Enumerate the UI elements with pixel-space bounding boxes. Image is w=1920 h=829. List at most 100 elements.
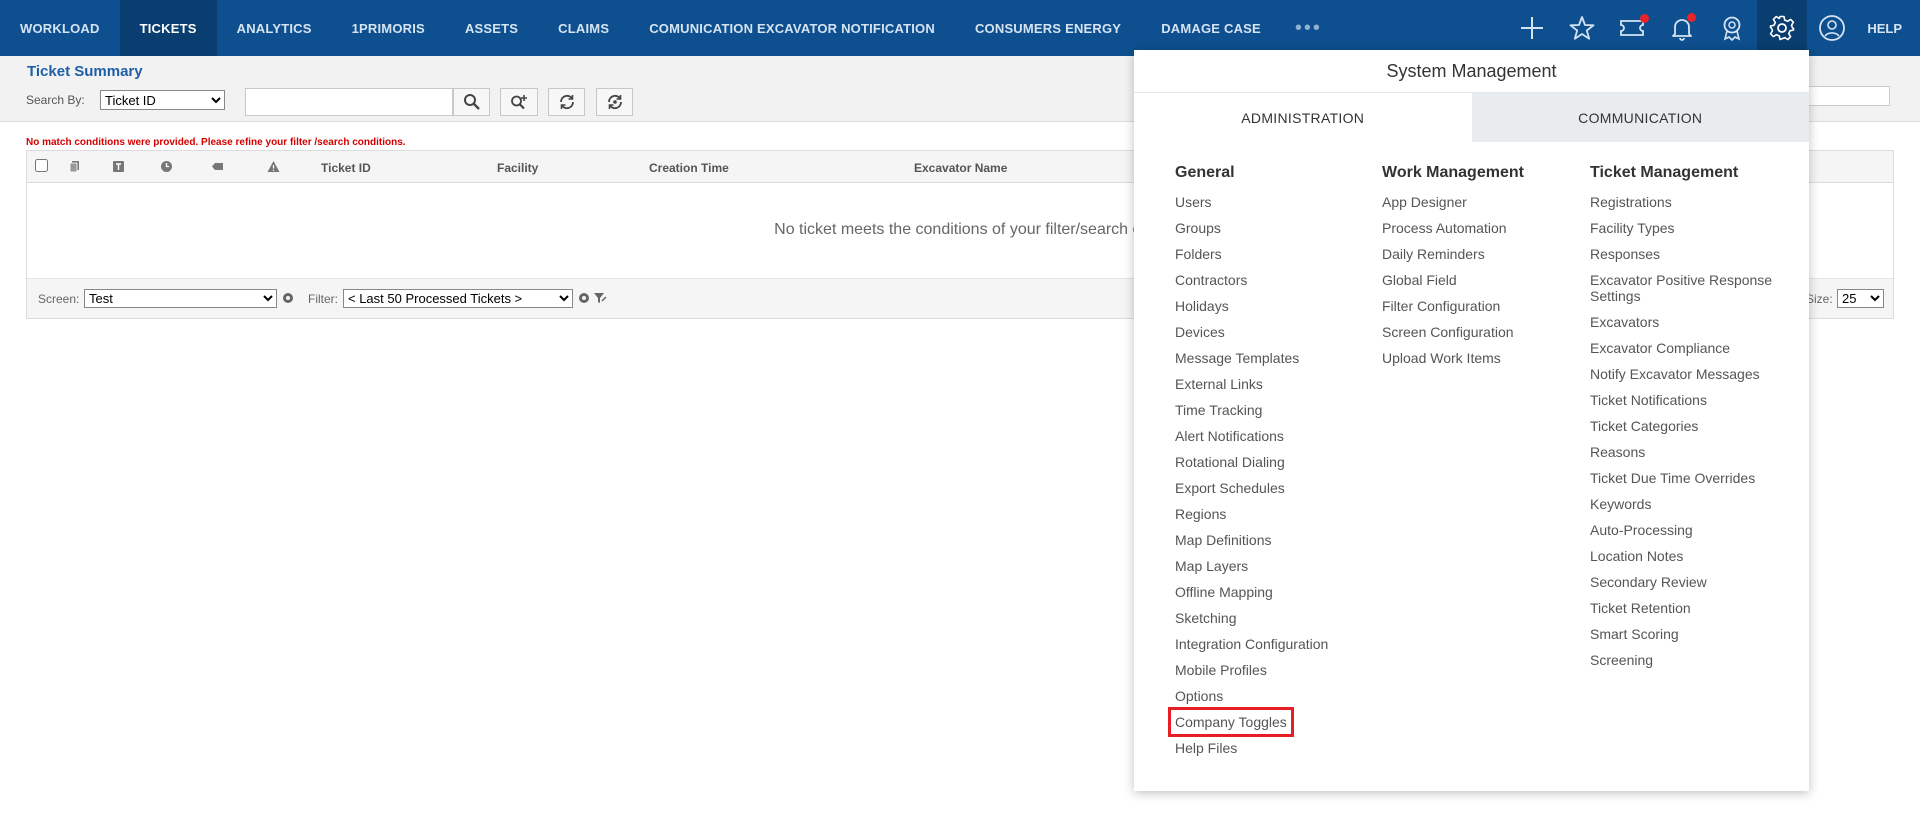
award-icon[interactable] xyxy=(1707,0,1757,56)
column-creation-time[interactable]: Creation Time xyxy=(649,161,729,175)
link-location-notes[interactable]: Location Notes xyxy=(1590,548,1780,564)
link-map-layers[interactable]: Map Layers xyxy=(1175,558,1365,574)
link-secondary-review[interactable]: Secondary Review xyxy=(1590,574,1780,590)
warning-icon[interactable] xyxy=(267,160,280,173)
link-excavator-positive-response-settings[interactable]: Excavator Positive Response Settings xyxy=(1590,272,1780,304)
nav-consumers-energy[interactable]: CONSUMERS ENERGY xyxy=(955,0,1141,56)
tab-communication[interactable]: COMMUNICATION xyxy=(1471,93,1809,142)
nav-damage-case[interactable]: DAMAGE CASE xyxy=(1141,0,1281,56)
link-registrations[interactable]: Registrations xyxy=(1590,194,1780,210)
link-help-files[interactable]: Help Files xyxy=(1175,740,1365,756)
link-contractors[interactable]: Contractors xyxy=(1175,272,1365,288)
work-management-column: Work Management App Designer Process Aut… xyxy=(1382,164,1572,376)
nav-workload[interactable]: WORKLOAD xyxy=(0,0,120,56)
link-global-field[interactable]: Global Field xyxy=(1382,272,1572,288)
refresh-icon xyxy=(559,94,574,110)
more-nav-icon[interactable]: ••• xyxy=(1281,0,1336,56)
link-users[interactable]: Users xyxy=(1175,194,1365,210)
link-excavator-compliance[interactable]: Excavator Compliance xyxy=(1590,340,1780,356)
user-icon[interactable] xyxy=(1807,0,1857,56)
top-navigation: WORKLOAD TICKETS ANALYTICS 1PRIMORIS ASS… xyxy=(0,0,1920,56)
link-ticket-due-time-overrides[interactable]: Ticket Due Time Overrides xyxy=(1590,470,1780,486)
link-auto-processing[interactable]: Auto-Processing xyxy=(1590,522,1780,538)
link-regions[interactable]: Regions xyxy=(1175,506,1365,522)
link-rotational-dialing[interactable]: Rotational Dialing xyxy=(1175,454,1365,470)
link-responses[interactable]: Responses xyxy=(1590,246,1780,262)
help-link[interactable]: HELP xyxy=(1857,21,1920,36)
nav-assets[interactable]: ASSETS xyxy=(445,0,538,56)
gear-icon[interactable] xyxy=(1757,0,1808,56)
general-heading: General xyxy=(1175,164,1235,181)
bell-icon[interactable] xyxy=(1657,0,1707,56)
nav-1primoris[interactable]: 1PRIMORIS xyxy=(332,0,445,56)
nav-tickets[interactable]: TICKETS xyxy=(119,0,217,56)
tag-icon[interactable] xyxy=(211,160,224,173)
link-screening[interactable]: Screening xyxy=(1590,652,1780,668)
nav-analytics[interactable]: ANALYTICS xyxy=(217,0,332,56)
search-by-select[interactable]: Ticket ID xyxy=(100,90,225,110)
search-input[interactable] xyxy=(245,88,453,116)
link-ticket-categories[interactable]: Ticket Categories xyxy=(1590,418,1780,434)
link-ticket-notifications[interactable]: Ticket Notifications xyxy=(1590,392,1780,408)
link-facility-types[interactable]: Facility Types xyxy=(1590,220,1780,236)
screen-select[interactable]: Test xyxy=(84,289,277,308)
link-map-definitions[interactable]: Map Definitions xyxy=(1175,532,1365,548)
refresh-button[interactable] xyxy=(548,88,585,116)
nav-comunication-excavator-notification[interactable]: COMUNICATION EXCAVATOR NOTIFICATION xyxy=(629,0,955,56)
system-management-title: System Management xyxy=(1386,61,1557,81)
plus-icon[interactable] xyxy=(1507,0,1557,56)
filter-settings-icon[interactable] xyxy=(577,291,591,305)
screen-label: Screen: xyxy=(38,292,80,306)
copy-icon[interactable] xyxy=(69,160,82,173)
star-icon[interactable] xyxy=(1557,0,1607,56)
link-daily-reminders[interactable]: Daily Reminders xyxy=(1382,246,1572,262)
page-size-select[interactable]: 25 xyxy=(1837,289,1884,308)
link-ticket-retention[interactable]: Ticket Retention xyxy=(1590,600,1780,616)
link-notify-excavator-messages[interactable]: Notify Excavator Messages xyxy=(1590,366,1780,382)
right-select[interactable] xyxy=(1806,86,1890,106)
advanced-search-button[interactable] xyxy=(500,88,538,116)
link-folders[interactable]: Folders xyxy=(1175,246,1365,262)
column-facility[interactable]: Facility xyxy=(497,161,538,175)
ticket-management-column: Ticket Management Registrations Facility… xyxy=(1590,164,1780,678)
link-excavators[interactable]: Excavators xyxy=(1590,314,1780,330)
column-excavator-name[interactable]: Excavator Name xyxy=(914,161,1007,175)
link-smart-scoring[interactable]: Smart Scoring xyxy=(1590,626,1780,642)
link-alert-notifications[interactable]: Alert Notifications xyxy=(1175,428,1365,444)
filter-select[interactable]: < Last 50 Processed Tickets > xyxy=(343,289,573,308)
link-process-automation[interactable]: Process Automation xyxy=(1382,220,1572,236)
link-reasons[interactable]: Reasons xyxy=(1590,444,1780,460)
link-offline-mapping[interactable]: Offline Mapping xyxy=(1175,584,1365,600)
link-screen-configuration[interactable]: Screen Configuration xyxy=(1382,324,1572,340)
tab-administration[interactable]: ADMINISTRATION xyxy=(1134,93,1472,142)
column-ticket-id[interactable]: Ticket ID xyxy=(321,161,371,175)
link-options[interactable]: Options xyxy=(1175,688,1365,704)
link-mobile-profiles[interactable]: Mobile Profiles xyxy=(1175,662,1365,678)
link-external-links[interactable]: External Links xyxy=(1175,376,1365,392)
link-company-toggles[interactable]: Company Toggles xyxy=(1168,707,1294,737)
screen-settings-icon[interactable] xyxy=(281,291,295,305)
error-message: No match conditions were provided. Pleas… xyxy=(26,137,406,148)
search-button[interactable] xyxy=(453,88,490,116)
link-app-designer[interactable]: App Designer xyxy=(1382,194,1572,210)
filter-edit-icon[interactable] xyxy=(593,291,607,305)
link-sketching[interactable]: Sketching xyxy=(1175,610,1365,626)
clock-icon[interactable] xyxy=(160,160,173,173)
link-time-tracking[interactable]: Time Tracking xyxy=(1175,402,1365,418)
link-devices[interactable]: Devices xyxy=(1175,324,1365,340)
ticket-icon[interactable] xyxy=(1607,0,1657,56)
reset-icon xyxy=(607,94,622,110)
nav-claims[interactable]: CLAIMS xyxy=(538,0,629,56)
link-upload-work-items[interactable]: Upload Work Items xyxy=(1382,350,1572,366)
link-integration-configuration[interactable]: Integration Configuration xyxy=(1175,636,1365,652)
select-all-checkbox[interactable] xyxy=(35,159,48,172)
link-keywords[interactable]: Keywords xyxy=(1590,496,1780,512)
text-icon[interactable] xyxy=(112,160,125,173)
link-holidays[interactable]: Holidays xyxy=(1175,298,1365,314)
general-column: General Users Groups Folders Contractors… xyxy=(1168,164,1365,766)
link-export-schedules[interactable]: Export Schedules xyxy=(1175,480,1365,496)
link-filter-configuration[interactable]: Filter Configuration xyxy=(1382,298,1572,314)
link-groups[interactable]: Groups xyxy=(1175,220,1365,236)
reset-button[interactable] xyxy=(596,88,633,116)
link-message-templates[interactable]: Message Templates xyxy=(1175,350,1365,366)
